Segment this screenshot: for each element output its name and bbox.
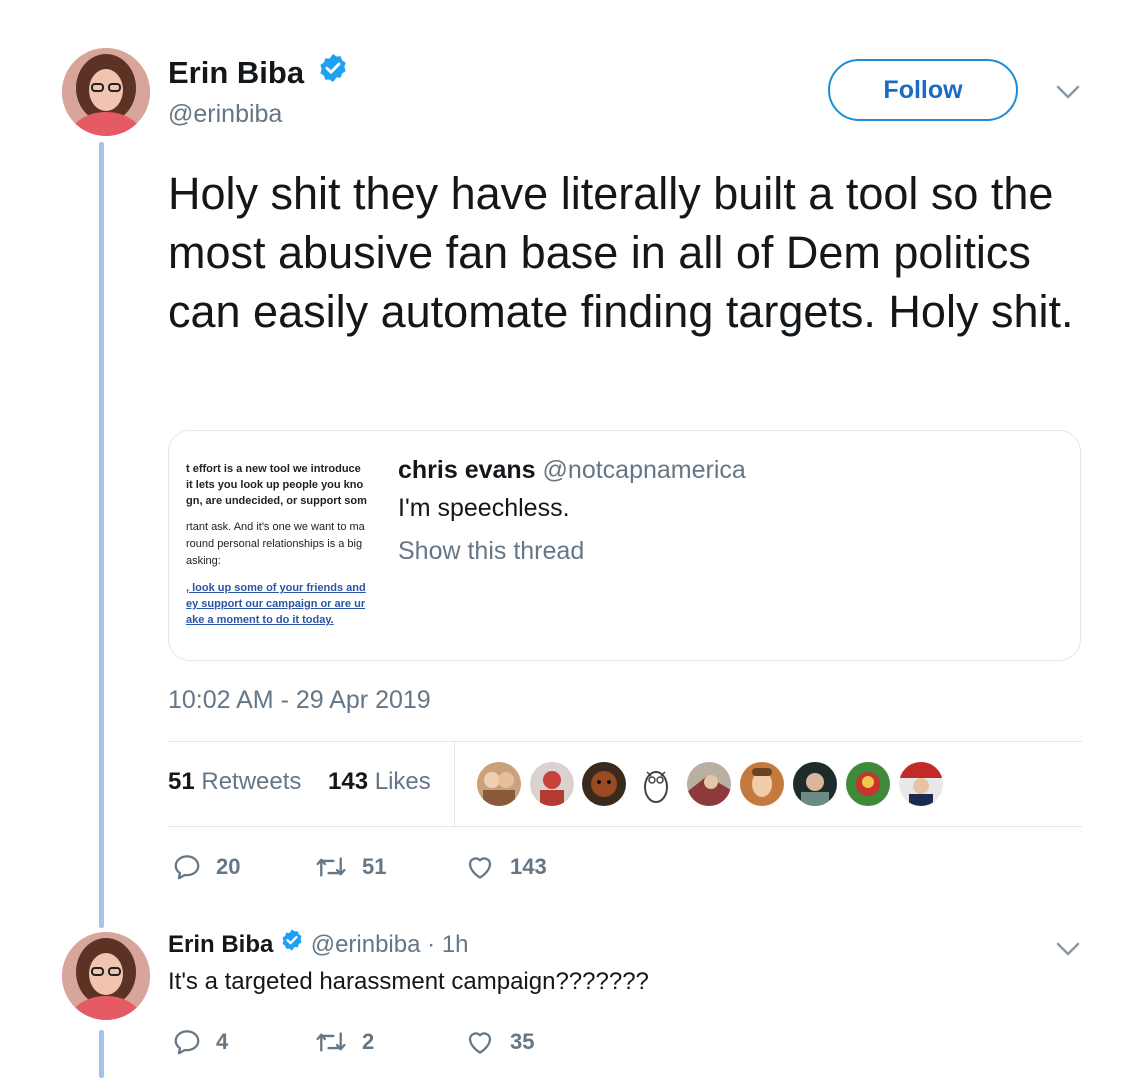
quoted-display-name[interactable]: chris evans <box>398 456 536 484</box>
liker-avatar[interactable] <box>530 762 574 806</box>
quoted-tweet-author[interactable]: chris evans @notcapnamerica <box>398 456 746 485</box>
liker-avatar[interactable] <box>899 762 943 806</box>
tweet-text: Holy shit they have literally built a to… <box>168 168 1074 337</box>
author-display-name[interactable]: Erin Biba <box>168 55 304 90</box>
liker-avatar[interactable] <box>634 762 678 806</box>
reply-count: 20 <box>216 854 241 879</box>
retweet-icon <box>316 1032 346 1052</box>
retweet-action[interactable]: 51 <box>314 852 386 882</box>
thumbnail-line: ey support our campaign or are ur <box>186 598 366 610</box>
thumbnail-line: , look up some of your friends and <box>186 582 366 594</box>
like-action[interactable]: 35 <box>464 1027 534 1057</box>
reply-handle[interactable]: @erinbiba <box>311 931 421 958</box>
author-handle[interactable]: @erinbiba <box>168 100 282 129</box>
thread-line <box>99 142 104 928</box>
like-action[interactable]: 143 <box>464 852 547 882</box>
retweet-count: 2 <box>362 1029 375 1054</box>
show-thread-link[interactable]: Show this thread <box>398 537 584 566</box>
follow-button[interactable]: Follow <box>828 59 1018 121</box>
like-icon <box>468 1032 492 1054</box>
likes-label: Likes <box>374 768 431 795</box>
reply-time[interactable]: 1h <box>442 931 469 958</box>
thumbnail-line: gn, are undecided, or support som <box>186 495 367 507</box>
verified-badge-icon <box>280 928 304 959</box>
reply-action[interactable]: 20 <box>172 852 240 882</box>
thread-line-continuation <box>99 1030 104 1078</box>
reply-text: It's a targeted harassment campaign?????… <box>168 968 649 995</box>
retweet-action[interactable]: 2 <box>314 1027 374 1057</box>
thumbnail-line: rtant ask. And it's one we want to ma <box>186 521 365 533</box>
thumbnail-line: ake a moment to do it today. <box>186 614 334 626</box>
reply-author-avatar[interactable] <box>62 932 150 1020</box>
reply-count: 4 <box>216 1029 229 1054</box>
liker-avatar[interactable] <box>477 762 521 806</box>
like-icon <box>468 857 492 879</box>
author-name-row[interactable]: Erin Biba <box>168 52 349 95</box>
quoted-handle[interactable]: @notcapnamerica <box>543 456 746 484</box>
chevron-down-icon[interactable] <box>1055 940 1081 963</box>
reply-action[interactable]: 4 <box>172 1027 228 1057</box>
verified-badge-icon <box>317 52 349 92</box>
retweet-count: 51 <box>362 854 387 879</box>
quoted-tweet-text: I'm speechless. <box>398 494 570 522</box>
divider <box>168 741 1082 742</box>
likes-count: 143 <box>328 768 369 795</box>
retweets-stat[interactable]: 51 Retweets <box>168 768 301 796</box>
liker-avatar[interactable] <box>846 762 890 806</box>
retweets-label: Retweets <box>201 768 302 795</box>
reply-icon <box>174 1030 200 1055</box>
reply-separator: · <box>427 930 436 958</box>
stats-divider <box>454 742 455 826</box>
divider <box>168 826 1082 827</box>
retweets-count: 51 <box>168 768 195 795</box>
reply-icon <box>174 855 200 880</box>
reply-header[interactable]: Erin Biba @erinbiba · 1h <box>168 928 469 961</box>
thumbnail-line: t effort is a new tool we introduce <box>186 463 361 475</box>
thumbnail-line: it lets you look up people you kno <box>186 479 364 491</box>
tweet-timestamp[interactable]: 10:02 AM - 29 Apr 2019 <box>168 686 431 715</box>
likes-stat[interactable]: 143 Likes <box>328 768 431 796</box>
liker-avatar[interactable] <box>582 762 626 806</box>
author-avatar[interactable] <box>62 48 150 136</box>
like-count: 35 <box>510 1029 535 1054</box>
liker-avatar[interactable] <box>740 762 784 806</box>
quoted-tweet-thumbnail[interactable]: t effort is a new tool we introduce it l… <box>186 452 376 640</box>
chevron-down-icon[interactable] <box>1055 83 1081 106</box>
reply-display-name[interactable]: Erin Biba <box>168 931 273 958</box>
liker-avatar[interactable] <box>793 762 837 806</box>
thumbnail-line: round personal relationships is a big <box>186 538 363 550</box>
liker-avatar[interactable] <box>687 762 731 806</box>
retweet-icon <box>316 857 346 877</box>
thumbnail-line: asking: <box>186 555 221 567</box>
like-count: 143 <box>510 854 547 879</box>
